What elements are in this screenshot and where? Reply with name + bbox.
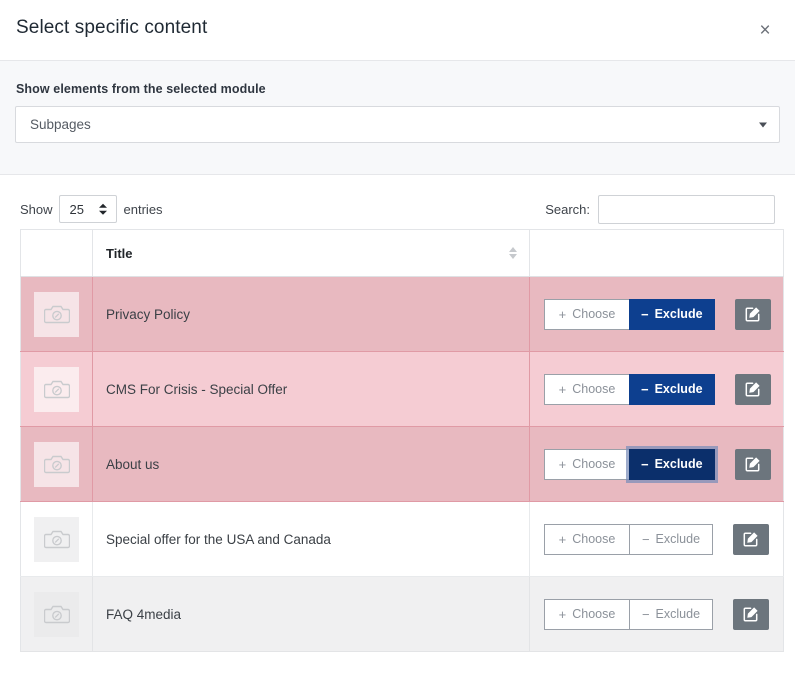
page-title: Select specific content <box>16 17 208 38</box>
row-actions-cell: + Choose − Exclude <box>529 501 784 577</box>
table-row: Special offer for the USA and Canada + Cho… <box>20 501 784 577</box>
close-icon[interactable]: × <box>748 13 782 47</box>
edit-button[interactable] <box>734 373 771 405</box>
camera-placeholder-icon <box>34 516 79 562</box>
exclude-button[interactable]: − Exclude <box>629 298 715 330</box>
row-title-cell: About us <box>92 426 530 502</box>
row-thumbnail-cell <box>20 501 93 577</box>
table-row: FAQ 4media + Choose − Exclude <box>20 576 784 652</box>
module-select[interactable]: Subpages <box>15 106 780 143</box>
sort-arrows-icon <box>509 247 517 259</box>
plus-icon: + <box>558 306 567 322</box>
plus-icon: + <box>558 456 567 472</box>
minus-icon: − <box>641 456 649 472</box>
actions-column-header <box>529 229 784 277</box>
minus-icon: − <box>641 531 650 547</box>
page-length-select[interactable]: 25 <box>58 195 117 223</box>
exclude-button-label: Exclude <box>655 531 701 546</box>
pencil-square-icon <box>745 306 761 322</box>
row-thumbnail-cell <box>20 351 93 427</box>
edit-button[interactable] <box>734 298 771 330</box>
table-header-row: Title <box>20 229 784 277</box>
row-title-cell: FAQ 4media <box>92 576 530 652</box>
choose-button-label: Choose <box>572 381 616 396</box>
pencil-square-icon <box>743 531 759 547</box>
module-select-label: Show elements from the selected module <box>16 82 266 96</box>
choose-button[interactable]: + Choose <box>544 598 630 630</box>
module-filter-section: Show elements from the selected module S… <box>0 61 795 175</box>
choose-button-label: Choose <box>572 306 616 321</box>
title-column-header[interactable]: Title <box>92 229 530 277</box>
row-thumbnail-cell <box>20 276 93 352</box>
table-row: CMS For Crisis - Special Offer + Choose − Ex… <box>20 351 784 427</box>
entries-label: entries <box>123 201 163 217</box>
choose-exclude-button-group: + Choose − Exclude <box>544 373 715 405</box>
content-table: Title Privacy Policy + Choose − Exclude CMS … <box>20 229 784 652</box>
camera-placeholder-icon <box>34 291 79 337</box>
row-title-cell: Special offer for the USA and Canada <box>92 501 530 577</box>
pencil-square-icon <box>745 456 761 472</box>
exclude-button-label: Exclude <box>654 306 703 321</box>
table-row: About us + Choose − Exclude <box>20 426 784 502</box>
row-thumbnail-cell <box>20 576 93 652</box>
choose-button[interactable]: + Choose <box>544 373 630 405</box>
exclude-button-label: Exclude <box>655 606 701 621</box>
row-title-cell: Privacy Policy <box>92 276 530 352</box>
search-input[interactable] <box>598 194 775 224</box>
exclude-button-label: Exclude <box>654 456 703 471</box>
plus-icon: + <box>558 531 567 547</box>
page-length-control: Show 25 entries <box>20 195 163 223</box>
page-length-value: 25 <box>69 201 84 217</box>
choose-exclude-button-group: + Choose − Exclude <box>544 598 713 630</box>
exclude-button[interactable]: − Exclude <box>629 523 713 555</box>
row-title-cell: CMS For Crisis - Special Offer <box>92 351 530 427</box>
chevron-down-icon <box>759 122 767 127</box>
stepper-arrows-icon <box>98 203 107 215</box>
table-body: Privacy Policy + Choose − Exclude CMS For Cr… <box>20 276 784 652</box>
choose-button[interactable]: + Choose <box>544 448 630 480</box>
edit-button[interactable] <box>733 523 769 555</box>
minus-icon: − <box>641 606 650 622</box>
pencil-square-icon <box>745 381 761 397</box>
minus-icon: − <box>641 381 649 397</box>
content-table-area: Show 25 entries Search: Title Privacy Po… <box>0 175 795 652</box>
plus-icon: + <box>558 606 567 622</box>
search-label: Search: <box>545 201 590 217</box>
choose-exclude-button-group: + Choose − Exclude <box>544 298 715 330</box>
exclude-button-label: Exclude <box>654 381 703 396</box>
exclude-button[interactable]: − Exclude <box>629 373 715 405</box>
choose-button[interactable]: + Choose <box>544 298 630 330</box>
module-select-value: Subpages <box>30 117 91 132</box>
choose-button-label: Choose <box>572 606 616 621</box>
row-actions-cell: + Choose − Exclude <box>529 576 784 652</box>
row-actions-cell: + Choose − Exclude <box>529 276 784 352</box>
exclude-button[interactable]: − Exclude <box>629 598 713 630</box>
table-head: Title <box>20 229 784 277</box>
camera-placeholder-icon <box>34 441 79 487</box>
choose-exclude-button-group: + Choose − Exclude <box>544 448 715 480</box>
edit-button[interactable] <box>733 598 769 630</box>
thumbnail-column-header <box>20 229 93 277</box>
row-actions-cell: + Choose − Exclude <box>529 426 784 502</box>
modal-header: Select specific content × <box>0 0 795 61</box>
table-toolbar: Show 25 entries Search: <box>20 175 775 229</box>
choose-button-label: Choose <box>572 456 616 471</box>
show-label: Show <box>20 201 53 217</box>
minus-icon: − <box>641 306 649 322</box>
title-column-label: Title <box>106 245 133 261</box>
exclude-button[interactable]: − Exclude <box>629 448 715 480</box>
choose-button[interactable]: + Choose <box>544 523 630 555</box>
table-row: Privacy Policy + Choose − Exclude <box>20 276 784 352</box>
plus-icon: + <box>558 381 567 397</box>
camera-placeholder-icon <box>34 591 79 637</box>
search-control: Search: <box>545 194 775 224</box>
row-thumbnail-cell <box>20 426 93 502</box>
row-actions-cell: + Choose − Exclude <box>529 351 784 427</box>
choose-button-label: Choose <box>572 531 616 546</box>
choose-exclude-button-group: + Choose − Exclude <box>544 523 713 555</box>
camera-placeholder-icon <box>34 366 79 412</box>
edit-button[interactable] <box>734 448 771 480</box>
pencil-square-icon <box>743 606 759 622</box>
